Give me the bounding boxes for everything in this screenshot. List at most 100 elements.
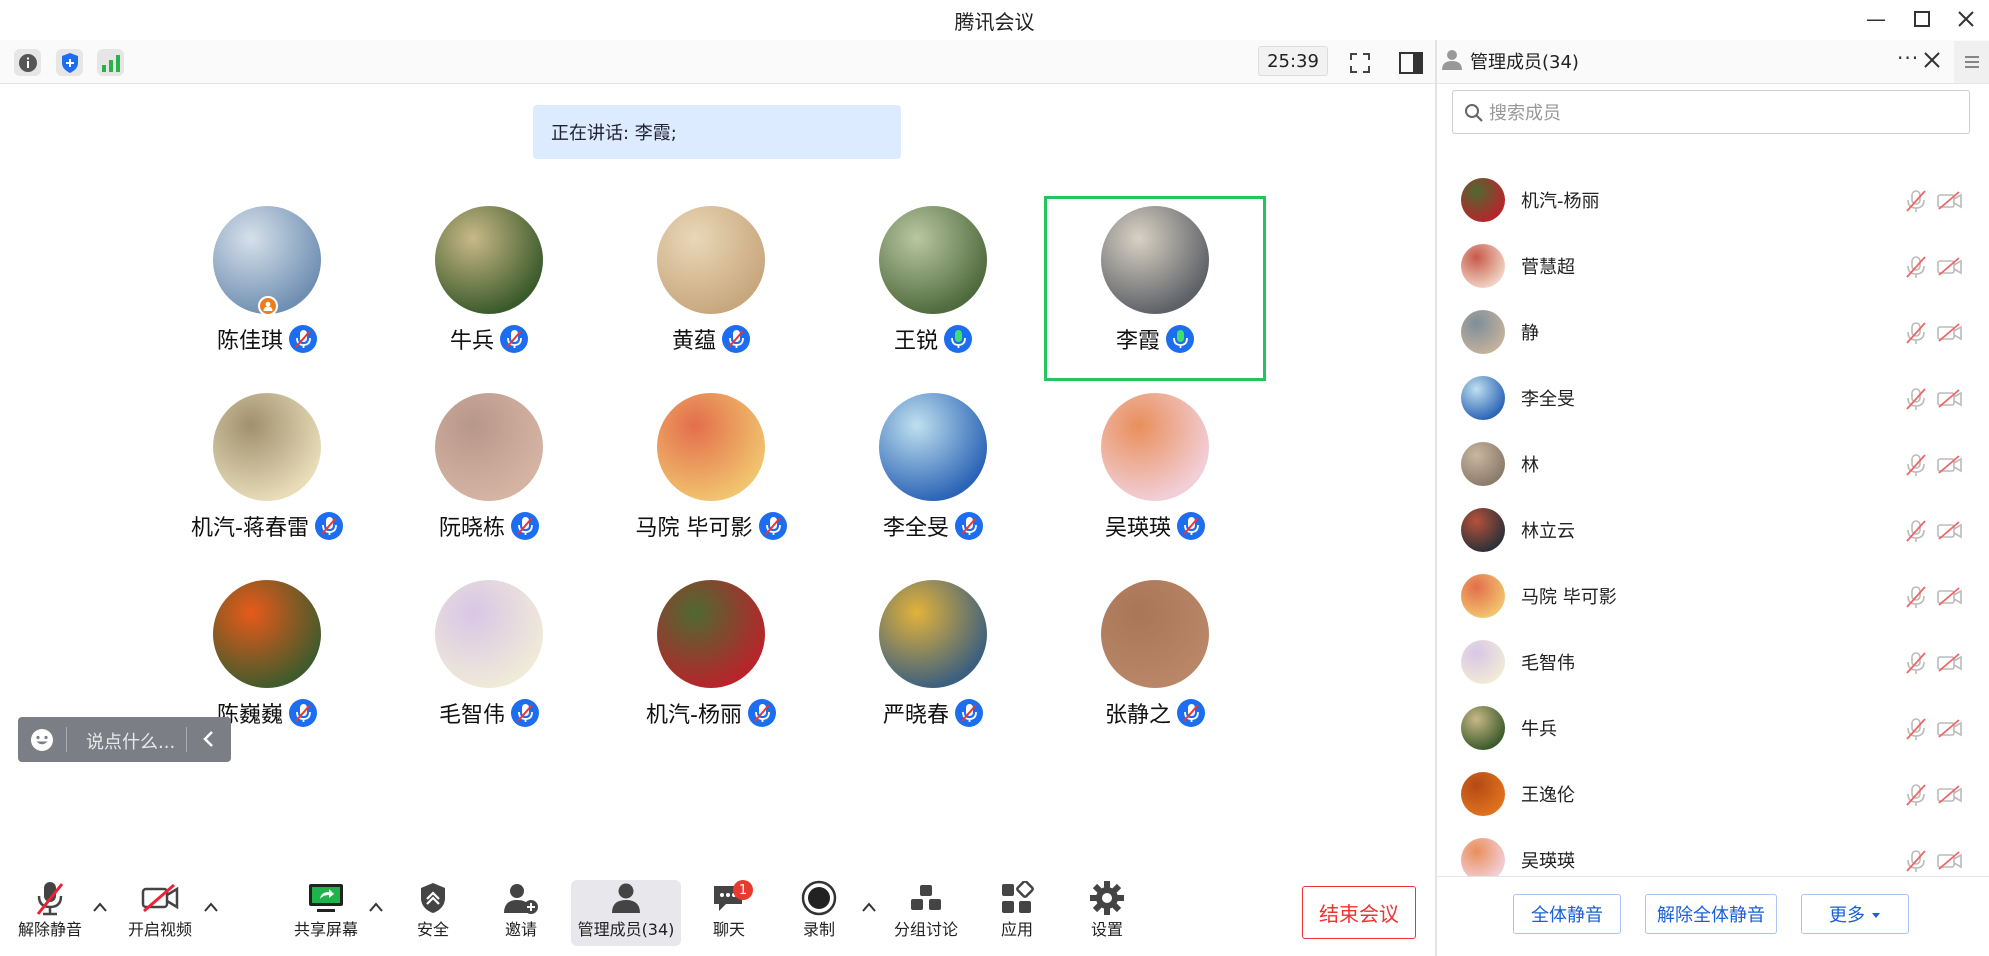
member-row[interactable]: 马院 毕可影	[1437, 563, 1977, 629]
more-button[interactable]: 更多	[1801, 894, 1909, 934]
mic-off-icon	[34, 880, 66, 916]
mic-off-icon[interactable]	[1905, 189, 1927, 217]
camera-off-icon[interactable]	[1937, 785, 1963, 809]
apps-label: 应用	[1000, 920, 1033, 939]
breakout-rooms-button[interactable]: 分组讨论	[882, 880, 970, 946]
shield-icon[interactable]	[56, 49, 83, 76]
avatar	[657, 206, 765, 314]
sidebar-toggle-icon[interactable]	[1397, 49, 1424, 76]
camera-off-icon[interactable]	[1937, 719, 1963, 743]
mic-off-icon[interactable]	[1905, 453, 1927, 481]
member-row[interactable]: 静	[1437, 299, 1977, 365]
mic-off-icon[interactable]	[1905, 585, 1927, 613]
search-members-input[interactable]: 搜索成员	[1452, 90, 1970, 134]
avatar	[1461, 376, 1505, 420]
member-row[interactable]: 牛兵	[1437, 695, 1977, 761]
fullscreen-icon[interactable]	[1346, 49, 1373, 76]
settings-button[interactable]: 设置	[1076, 880, 1138, 946]
minimize-icon[interactable]: —	[1856, 4, 1896, 34]
signal-icon[interactable]	[97, 49, 124, 76]
share-screen-label: 共享屏幕	[293, 920, 358, 939]
host-icon	[258, 296, 278, 316]
chat-placeholder: 说点什么...	[86, 732, 176, 753]
more-options-icon[interactable]: ···	[1897, 46, 1919, 70]
security-button[interactable]: 安全	[402, 880, 464, 946]
apps-button[interactable]: 应用	[986, 880, 1048, 946]
member-name: 李全旻	[1521, 389, 1575, 410]
participant-tile[interactable]: 吴瑛瑛	[1044, 383, 1266, 568]
quick-chat-input[interactable]: 说点什么...	[18, 717, 231, 762]
video-options-caret[interactable]	[201, 898, 221, 917]
invite-button[interactable]: 邀请	[490, 880, 552, 946]
participant-name-row: 张静之	[1004, 697, 1306, 729]
mic-off-icon[interactable]	[1905, 783, 1927, 811]
participant-name: 张静之	[1104, 703, 1171, 728]
member-row[interactable]: 机汽-杨丽	[1437, 167, 1977, 233]
avatar	[879, 580, 987, 688]
start-video-button[interactable]: 开启视频	[122, 880, 198, 946]
maximize-icon[interactable]	[1902, 4, 1942, 34]
camera-off-icon[interactable]	[1937, 851, 1963, 875]
camera-off-icon[interactable]	[1937, 521, 1963, 545]
member-name: 机汽-杨丽	[1521, 191, 1600, 212]
end-meeting-button[interactable]: 结束会议	[1302, 886, 1416, 939]
breakout-label: 分组讨论	[893, 920, 958, 939]
member-row[interactable]: 林立云	[1437, 497, 1977, 563]
member-row[interactable]: 李全旻	[1437, 365, 1977, 431]
unmute-label: 解除静音	[17, 920, 82, 939]
mic-active-icon	[1166, 325, 1194, 353]
audio-options-caret[interactable]	[90, 898, 110, 917]
unmute-button[interactable]: 解除静音	[12, 880, 88, 946]
member-row[interactable]: 林	[1437, 431, 1977, 497]
record-options-caret[interactable]	[859, 898, 879, 917]
mic-muted-icon	[1177, 512, 1205, 540]
avatar	[213, 393, 321, 501]
mic-off-icon[interactable]	[1905, 321, 1927, 349]
mic-off-icon[interactable]	[1905, 651, 1927, 679]
avatar	[1101, 206, 1209, 314]
mic-off-icon[interactable]	[1905, 849, 1927, 877]
mic-off-icon[interactable]	[1905, 717, 1927, 745]
share-screen-button[interactable]: 共享屏幕	[288, 880, 364, 946]
emoji-icon[interactable]	[30, 728, 54, 757]
member-row[interactable]: 毛智伟	[1437, 629, 1977, 695]
member-row[interactable]: 菅慧超	[1437, 233, 1977, 299]
share-options-caret[interactable]	[366, 898, 386, 917]
member-name: 静	[1521, 323, 1539, 344]
camera-off-icon[interactable]	[1937, 455, 1963, 479]
unmute-all-button[interactable]: 解除全体静音	[1645, 894, 1777, 934]
avatar	[1461, 178, 1505, 222]
camera-off-icon[interactable]	[1937, 587, 1963, 611]
mic-muted-icon	[289, 325, 317, 353]
participant-tile[interactable]: 李霞	[1044, 196, 1266, 381]
participant-name: 牛兵	[449, 329, 494, 354]
camera-off-icon[interactable]	[1937, 257, 1963, 281]
camera-off-icon[interactable]	[1937, 389, 1963, 413]
mic-off-icon[interactable]	[1905, 255, 1927, 283]
divider	[186, 727, 187, 752]
mic-muted-icon	[955, 512, 983, 540]
camera-off-icon[interactable]	[1937, 323, 1963, 347]
record-button[interactable]: 录制	[788, 880, 850, 946]
info-icon[interactable]	[14, 49, 41, 76]
camera-off-icon[interactable]	[1937, 191, 1963, 215]
camera-off-icon[interactable]	[1937, 653, 1963, 677]
close-panel-icon[interactable]	[1924, 52, 1940, 72]
participant-name: 李全旻	[882, 516, 949, 541]
close-window-icon[interactable]	[1946, 4, 1986, 34]
mic-active-icon	[944, 325, 972, 353]
record-icon	[801, 880, 837, 916]
manage-members-button[interactable]: 管理成员(34)	[571, 880, 681, 946]
add-user-icon	[503, 880, 539, 916]
avatar	[1461, 310, 1505, 354]
member-row[interactable]: 王逸伦	[1437, 761, 1977, 827]
menu-icon[interactable]	[1954, 41, 1989, 83]
shield-icon	[418, 880, 448, 916]
participant-tile[interactable]: 张静之	[1044, 570, 1266, 755]
mute-all-button[interactable]: 全体静音	[1513, 894, 1621, 934]
mic-off-icon[interactable]	[1905, 387, 1927, 415]
mic-off-icon[interactable]	[1905, 519, 1927, 547]
collapse-icon[interactable]	[201, 727, 217, 756]
avatar	[879, 206, 987, 314]
speaking-text: 正在讲话: 李霞;	[551, 123, 677, 144]
